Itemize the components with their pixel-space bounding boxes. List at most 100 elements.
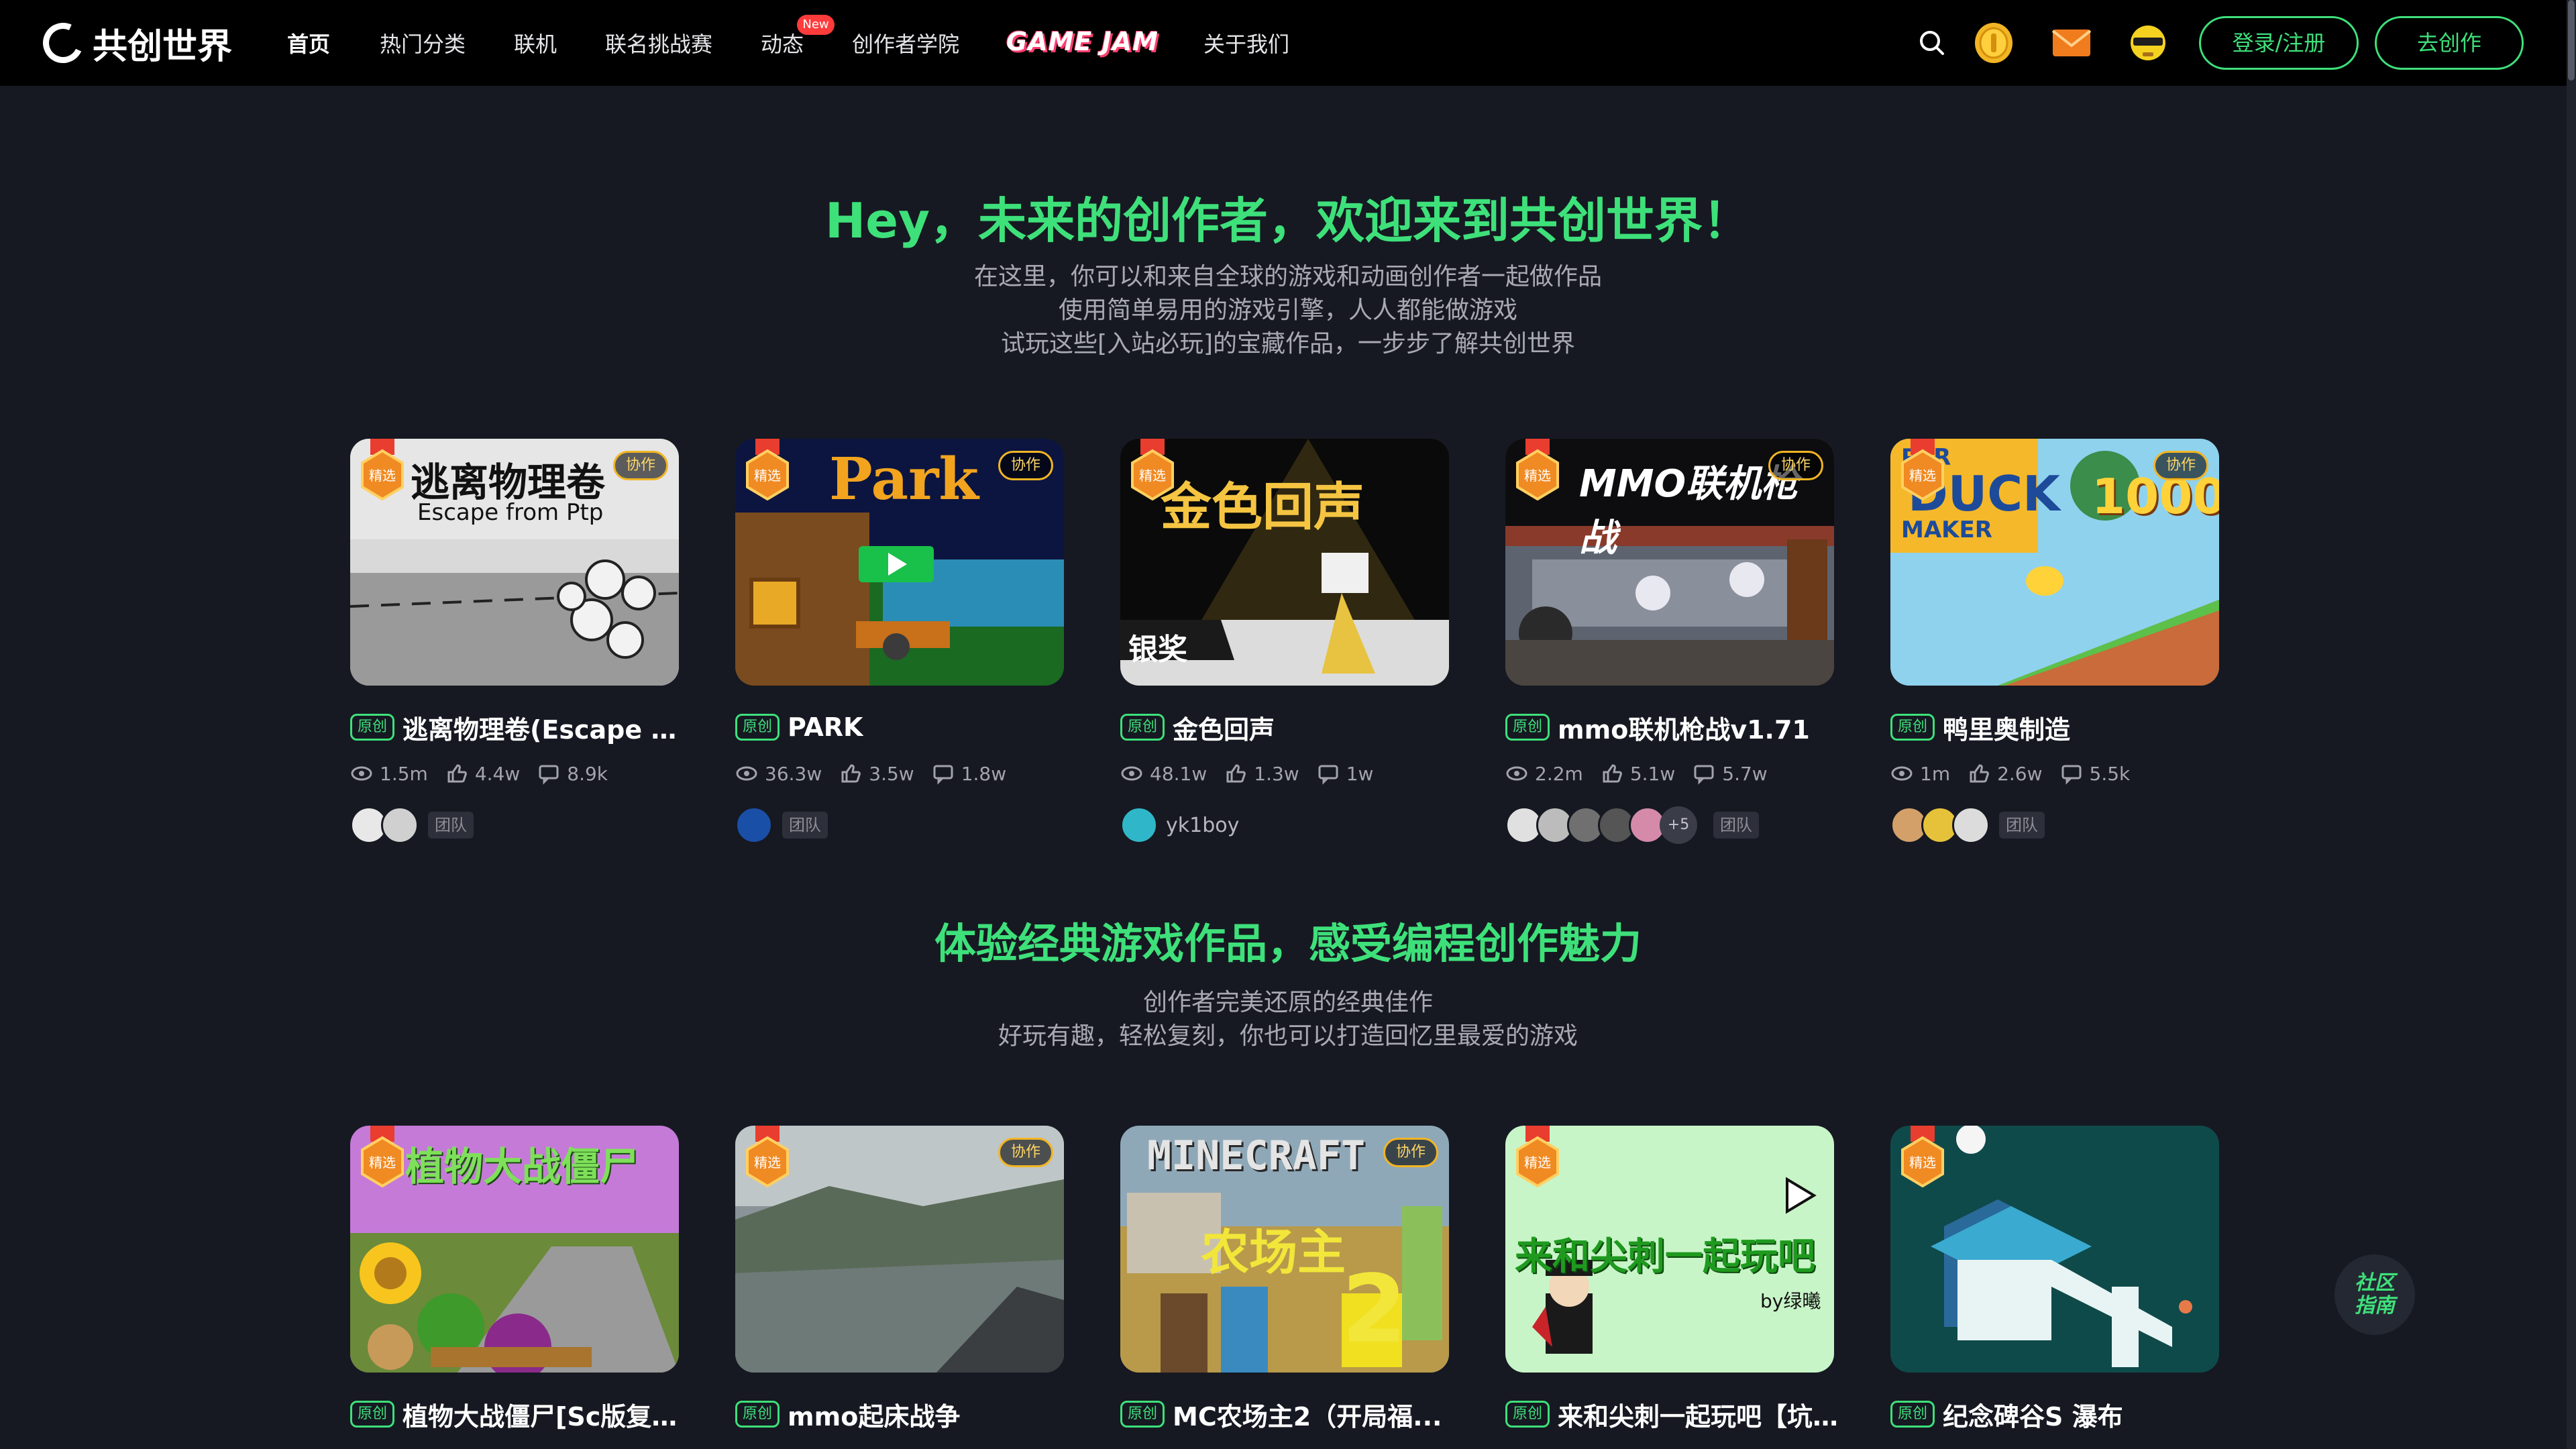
featured-ribbon-icon: 精选 [746,439,789,500]
coop-badge: 协作 [998,451,1053,480]
author-avatar[interactable] [735,806,773,844]
card-title[interactable]: 原创 纪念碑谷S 瀑布 [1890,1394,2226,1434]
comments-count: 5.5k [2089,762,2131,785]
page-scrollbar-thumb[interactable] [2568,0,2575,80]
card-title-text: mmo起床战争 [788,1401,961,1432]
card-title[interactable]: 原创 mmo联机枪战v1.71 [1505,707,1841,747]
card-authors[interactable]: 团队 [350,805,474,845]
featured-label: 精选 [754,1155,781,1171]
card-title[interactable]: 原创 来和尖刺一起玩吧【坑... [1505,1394,1841,1434]
thumbnail-subtitle: 农场主 [1201,1224,1346,1281]
page-scrollbar[interactable] [2567,0,2576,1449]
nav-hot-categories[interactable]: 热门分类 [380,30,466,59]
section-classic-line-2: 好玩有趣，轻松复刻，你也可以打造回忆里最爱的游戏 [998,1022,1578,1050]
game-thumbnail[interactable]: MINECRAFT 农场主 2 协作 [1120,1126,1449,1373]
thumbnail-bottom-text: MAKER [1901,517,1992,543]
card-title[interactable]: 原创 鸭里奥制造 [1890,707,2226,747]
coop-badge: 协作 [1768,451,1823,480]
nav-feed[interactable]: 动态 [761,30,804,59]
coop-label: 协作 [1780,457,1811,474]
card-title[interactable]: 原创 逃离物理卷(Escape fr... [350,707,686,747]
author-name[interactable]: yk1boy [1166,814,1239,837]
like-icon [1970,764,1989,783]
hero-line-1: 在这里，你可以和来自全球的游戏和动画创作者一起做作品 [973,263,1602,290]
views-icon [351,766,372,781]
views-icon [1891,766,1913,781]
views-count: 1m [1920,762,1951,785]
coin-icon[interactable] [1971,20,2017,66]
thumbnail-title: 金色回声 [1161,477,1364,537]
thumbnail-subtitle: Escape from Ptp [417,499,604,526]
card-authors[interactable]: 团队 [735,805,828,845]
like-icon [1603,764,1622,783]
thumbnail-subtitle: by绿曦 [1760,1290,1821,1312]
featured-label: 精选 [1524,1155,1551,1171]
likes-count: 1.3w [1254,762,1299,785]
featured-label: 精选 [1524,468,1551,484]
logo-icon [37,17,89,69]
nav-creator-academy[interactable]: 创作者学院 [852,30,959,59]
views-count: 48.1w [1150,762,1208,785]
featured-label: 精选 [1909,1155,1936,1171]
featured-label: 精选 [1909,468,1936,484]
card-title-text: mmo联机枪战v1.71 [1558,714,1810,745]
card-title[interactable]: 原创 PARK [735,707,1071,747]
mail-icon[interactable] [2049,20,2094,66]
likes-count: 5.1w [1629,762,1676,785]
team-tag: 团队 [1999,812,2045,839]
featured-label: 精选 [369,1155,396,1171]
nav-multiplayer[interactable]: 联机 [514,30,557,59]
card-stats: 36.3w 3.5w 1.8w [735,757,1006,790]
nav-home[interactable]: 首页 [287,30,330,59]
section-classic-title: 体验经典游戏作品，感受编程创作魅力 [934,919,1642,968]
thumbnail-number: 2 [1342,1255,1407,1364]
coop-label: 协作 [2165,457,2196,474]
nav-game-jam[interactable]: GAME JAM [1006,27,1159,56]
card-title[interactable]: 原创 MC农场主2（开局福... [1120,1394,1456,1434]
community-guide-button[interactable]: 社区 指南 [2334,1254,2415,1335]
coop-badge: 协作 [998,1138,1053,1167]
card-stats: 1m 2.6w 5.5k [1890,757,2130,790]
author-avatar[interactable] [1120,806,1158,844]
original-tag: 原创 [1890,1401,1935,1428]
original-tag: 原创 [1890,714,1935,741]
card-authors[interactable]: 团队 [1890,805,2045,845]
author-avatar[interactable] [381,806,419,844]
original-tag: 原创 [350,714,395,741]
card-title[interactable]: 原创 金色回声 [1120,707,1456,747]
nav-joint-challenge[interactable]: 联名挑战赛 [605,30,712,59]
user-avatar-icon[interactable] [2125,20,2171,66]
nav-about-us[interactable]: 关于我们 [1203,30,1289,59]
more-authors-count[interactable]: +5 [1660,806,1697,844]
card-title[interactable]: 原创 mmo起床战争 [735,1394,1071,1434]
community-guide-line-2: 指南 [2355,1294,2395,1318]
new-badge: New [797,15,835,35]
site-logo[interactable]: 共创世界 [37,17,232,69]
comment-icon [2061,765,2082,785]
views-icon [736,766,757,781]
card-title-text: 金色回声 [1173,714,1275,745]
thumbnail-title: 来和尖刺一起玩吧 [1515,1235,1815,1279]
card-authors[interactable]: +5 团队 [1505,805,1759,845]
featured-ribbon-icon: 精选 [1516,1126,1559,1187]
go-create-button[interactable]: 去创作 [2375,16,2524,70]
card-title-text: 逃离物理卷(Escape fr... [402,714,686,745]
card-title-text: 鸭里奥制造 [1943,714,2071,745]
thumbnail-title: Park [829,445,979,513]
views-count: 36.3w [765,762,822,785]
comment-icon [1694,765,1714,785]
comments-count: 1.8w [961,762,1007,785]
card-authors[interactable]: yk1boy [1120,805,1239,845]
card-title[interactable]: 原创 植物大战僵尸[Sc版复刻] [350,1394,686,1434]
coop-badge: 协作 [1383,1138,1438,1167]
search-icon[interactable] [1909,20,1955,66]
login-register-button[interactable]: 登录/注册 [2199,16,2359,70]
card-title-text: MC农场主2（开局福... [1173,1401,1442,1432]
original-tag: 原创 [735,1401,780,1428]
coop-label: 协作 [1010,1144,1040,1161]
card-title-text: 植物大战僵尸[Sc版复刻] [402,1401,686,1432]
author-avatar[interactable] [1952,806,1990,844]
coop-label: 协作 [625,457,655,474]
card-title-text: PARK [788,712,863,742]
hero-line-2: 使用简单易用的游戏引擎，人人都能做游戏 [1058,297,1517,324]
